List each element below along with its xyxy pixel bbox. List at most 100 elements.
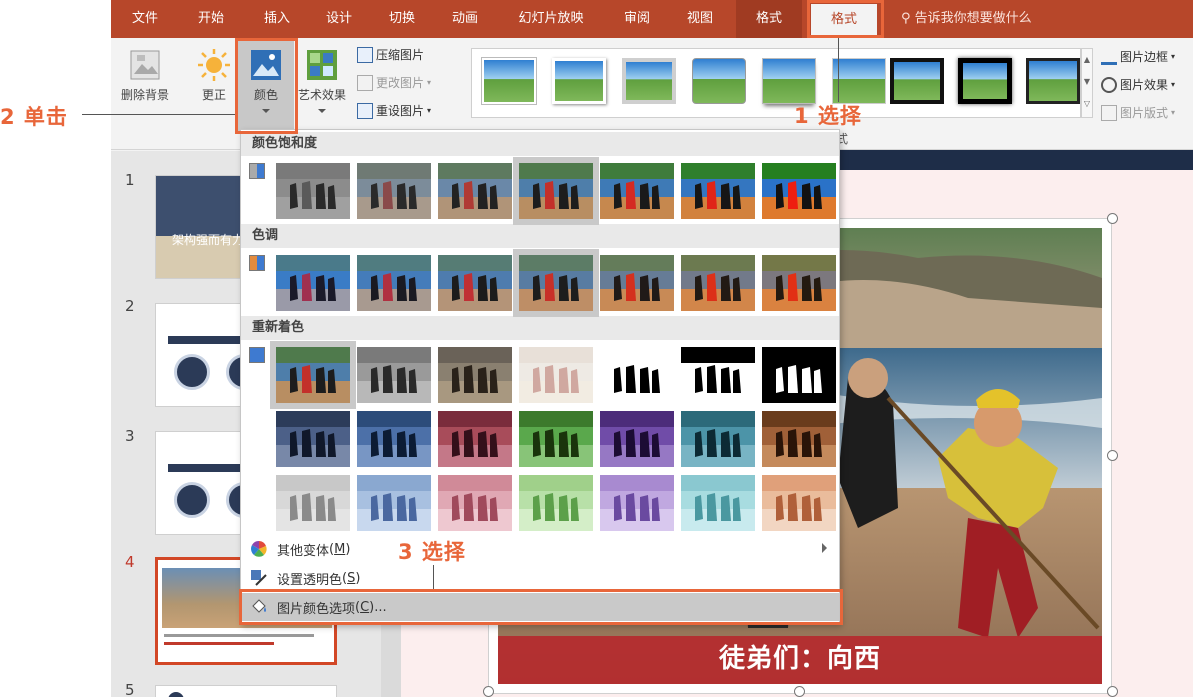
picture-style-8[interactable] — [958, 58, 1012, 104]
picture-style-5[interactable] — [762, 58, 816, 104]
saturation-swatch-3[interactable] — [438, 163, 512, 219]
resize-handle-top-right[interactable] — [1107, 213, 1118, 224]
thumb5-circle — [168, 692, 184, 697]
thumb-number-2: 2 — [125, 297, 135, 315]
gallery-down-icon: ▼ — [1083, 77, 1091, 86]
tone-swatch-2[interactable] — [357, 255, 431, 311]
recolor-swatch-3-4[interactable] — [519, 475, 593, 531]
tell-me-text: 告诉我你想要做什么 — [914, 11, 1032, 26]
picture-layout-label: 图片版式 — [1120, 106, 1169, 120]
artistic-effects-label: 艺术效果 — [297, 88, 346, 102]
recolor-swatch-3-5[interactable] — [600, 475, 674, 531]
thumb1-title: 架构强而有力 — [172, 233, 245, 247]
tab-review[interactable]: 审阅 — [611, 0, 663, 38]
recolor-swatch-3-6[interactable] — [681, 475, 755, 531]
tone-swatch-7[interactable] — [762, 255, 836, 311]
tone-swatch-4[interactable] — [513, 249, 599, 317]
picture-style-2[interactable] — [552, 58, 606, 104]
recolor-swatch-1-1[interactable] — [270, 341, 356, 409]
corrections-label: 更正 — [201, 88, 226, 102]
recolor-swatch-2-4[interactable] — [519, 411, 593, 467]
ribbon-tab-bar: 文件 开始 插入 设计 切换 动画 幻灯片放映 审阅 视图 格式 格式 ⚲ 告诉… — [111, 0, 1193, 38]
annotation-line-3 — [433, 565, 434, 589]
picture-style-6[interactable] — [832, 58, 886, 104]
saturation-swatch-1[interactable] — [276, 163, 350, 219]
corrections-button[interactable]: 更正 — [191, 48, 237, 103]
tone-section-title: 色调 — [241, 224, 839, 248]
tone-swatch-1[interactable] — [276, 255, 350, 311]
recolor-swatch-3-3[interactable] — [438, 475, 512, 531]
picture-style-7[interactable] — [890, 58, 944, 104]
tone-swatch-6[interactable] — [681, 255, 755, 311]
recolor-swatch-2-3[interactable] — [438, 411, 512, 467]
slide-caption[interactable]: 徒弟们：向西 — [498, 638, 1102, 675]
resize-handle-bottom-left[interactable] — [483, 686, 494, 697]
picture-layout-icon — [1101, 104, 1117, 121]
tone-swatch-5[interactable] — [600, 255, 674, 311]
change-picture-arrow-icon: ▾ — [427, 78, 432, 87]
recolor-swatch-1-2[interactable] — [357, 347, 431, 403]
change-picture-icon — [357, 74, 373, 91]
picture-layout-arrow-icon: ▾ — [1171, 108, 1176, 117]
more-variations-item[interactable]: 其他变体(M) — [241, 535, 839, 563]
recolor-swatch-1-5[interactable] — [600, 347, 674, 403]
recolor-swatch-2-1[interactable] — [276, 411, 350, 467]
more-variations-key: M — [334, 541, 346, 557]
recolor-swatch-2-7[interactable] — [762, 411, 836, 467]
saturation-swatch-5[interactable] — [600, 163, 674, 219]
tab-design[interactable]: 设计 — [313, 0, 365, 38]
picture-effects-button[interactable]: 图片效果 ▾ — [1101, 76, 1175, 93]
picture-style-1[interactable] — [482, 58, 536, 104]
recolor-swatch-1-7[interactable] — [762, 347, 836, 403]
resize-handle-right[interactable] — [1107, 450, 1118, 461]
annotation-step-1: 1 选择 — [794, 104, 862, 128]
tone-swatch-3[interactable] — [438, 255, 512, 311]
recolor-swatch-1-3[interactable] — [438, 347, 512, 403]
tab-insert[interactable]: 插入 — [251, 0, 303, 38]
compress-pictures-button[interactable]: 压缩图片 — [357, 46, 424, 63]
recolor-options-icon — [249, 347, 265, 363]
tab-home[interactable]: 开始 — [185, 0, 237, 38]
tab-animations[interactable]: 动画 — [439, 0, 491, 38]
recolor-swatch-1-6[interactable] — [681, 347, 755, 403]
change-picture-button[interactable]: 更改图片 ▾ — [357, 74, 431, 91]
picture-style-9[interactable] — [1026, 58, 1080, 104]
set-transparent-color-item[interactable]: 设置透明色(S) — [241, 564, 839, 592]
picture-layout-button[interactable]: 图片版式 ▾ — [1101, 104, 1175, 121]
saturation-swatch-4[interactable] — [513, 157, 599, 225]
remove-background-button[interactable]: 删除背景 — [115, 48, 175, 103]
reset-picture-button[interactable]: 重设图片 ▾ — [357, 102, 431, 119]
tab-format-drawing[interactable]: 格式 — [736, 0, 802, 38]
recolor-swatch-2-2[interactable] — [357, 411, 431, 467]
tell-me-box[interactable]: ⚲ 告诉我你想要做什么 — [901, 0, 1032, 38]
artistic-effects-button[interactable]: 艺术效果 — [291, 48, 353, 113]
saturation-swatch-6[interactable] — [681, 163, 755, 219]
saturation-swatch-2[interactable] — [357, 163, 431, 219]
picture-style-3[interactable] — [622, 58, 676, 104]
tab-transitions[interactable]: 切换 — [376, 0, 428, 38]
annotation-line-2 — [82, 114, 235, 115]
recolor-swatch-2-5[interactable] — [600, 411, 674, 467]
color-dropdown-menu: 颜色饱和度 色调 重新着色 其他变体(M) 设置透明色(S) 图片颜色选项(C)… — [240, 129, 840, 624]
recolor-swatch-1-4[interactable] — [519, 347, 593, 403]
recolor-swatch-3-2[interactable] — [357, 475, 431, 531]
annotation-box-format-tab — [807, 0, 884, 38]
tab-view[interactable]: 视图 — [674, 0, 726, 38]
reset-picture-icon — [357, 102, 373, 119]
recolor-swatch-2-6[interactable] — [681, 411, 755, 467]
tab-slideshow[interactable]: 幻灯片放映 — [506, 0, 596, 38]
picture-border-button[interactable]: 图片边框 ▾ — [1101, 48, 1175, 65]
picture-style-4[interactable] — [692, 58, 746, 104]
set-transparent-label: 设置透明色 — [277, 572, 343, 588]
annotation-line-1 — [838, 38, 839, 102]
remove-background-icon — [130, 50, 160, 80]
saturation-swatch-7[interactable] — [762, 163, 836, 219]
resize-handle-bottom[interactable] — [794, 686, 805, 697]
slide-thumbnail-5[interactable] — [155, 685, 337, 697]
recolor-swatch-3-7[interactable] — [762, 475, 836, 531]
tab-file[interactable]: 文件 — [119, 0, 171, 38]
resize-handle-bottom-right[interactable] — [1107, 686, 1118, 697]
recolor-swatch-3-1[interactable] — [276, 475, 350, 531]
gallery-scroll[interactable]: ▲ ▼ ▽ — [1081, 48, 1093, 118]
annotation-box-color-options — [239, 589, 843, 625]
